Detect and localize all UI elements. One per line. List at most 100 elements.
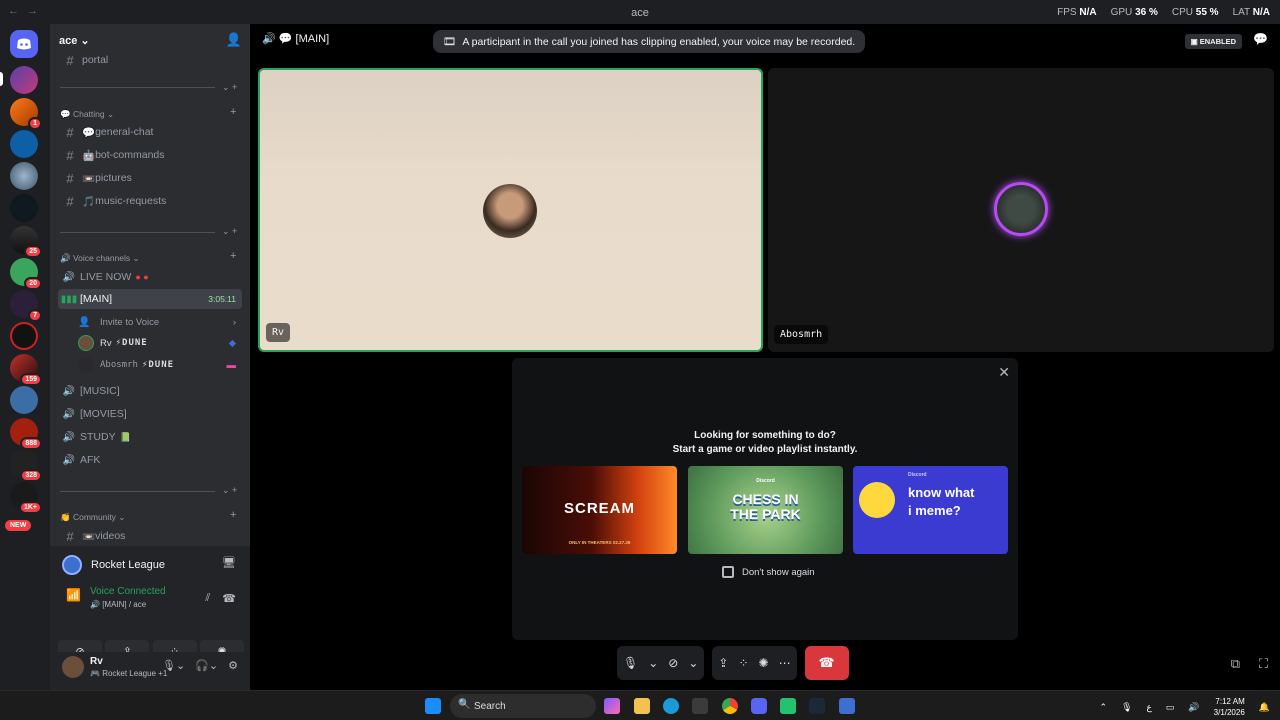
- notification-icon[interactable]: 🔔: [1259, 702, 1270, 713]
- copilot-icon[interactable]: [604, 698, 620, 714]
- add-channel-icon[interactable]: +: [230, 106, 236, 118]
- channel-label: AFK: [80, 454, 101, 466]
- server-icon[interactable]: 328: [10, 450, 42, 482]
- search-placeholder: Search: [474, 700, 506, 712]
- voice-channel-movies[interactable]: 🔊 [MOVIES]: [58, 404, 242, 424]
- invite-to-voice-button[interactable]: 👤 Invite to Voice ›: [78, 312, 242, 332]
- add-channel-icon[interactable]: +: [230, 509, 236, 521]
- app-icon[interactable]: [780, 698, 796, 714]
- noise-suppression-icon[interactable]: ⫽: [205, 592, 210, 605]
- category-community[interactable]: 👏 Community ⌄: [60, 512, 125, 523]
- chevron-down-icon[interactable]: ⌄: [648, 656, 658, 670]
- file-explorer-icon[interactable]: [634, 698, 650, 714]
- server-icon[interactable]: [10, 162, 38, 190]
- divider-controls[interactable]: ⌄ +: [222, 226, 237, 237]
- fullscreen-icon[interactable]: ⛶: [1259, 656, 1268, 672]
- voice-channel-live-now[interactable]: 🔊 LIVE NOW ● ●: [58, 267, 242, 287]
- chevron-down-icon[interactable]: ⌄: [688, 656, 698, 670]
- channel-bot-commands[interactable]: # 🤖 bot-commands: [58, 145, 242, 165]
- taskbar-search[interactable]: 🔍 Search: [450, 694, 596, 718]
- shield-icon[interactable]: [839, 698, 855, 714]
- settings-gear-icon[interactable]: ⚙: [228, 659, 238, 672]
- discord-taskbar-icon[interactable]: [751, 698, 767, 714]
- category-voice-channels[interactable]: 🔊 Voice channels ⌄: [60, 253, 140, 264]
- network-icon[interactable]: ▭: [1166, 702, 1175, 713]
- user-tag: ⚡DUNE: [141, 360, 175, 370]
- voice-channel-study[interactable]: 🔊 STUDY 📗: [58, 427, 242, 447]
- voice-user-rv[interactable]: Rv ⚡DUNE ◆: [78, 333, 242, 353]
- activity-card-chess[interactable]: Discord CHESS IN THE PARK: [688, 466, 843, 554]
- server-icon[interactable]: [10, 194, 38, 222]
- channel-videos[interactable]: # 📼 videos: [58, 526, 242, 546]
- voice-connection-status[interactable]: 📶 Voice Connected 🔊 [MAIN] / ace: [66, 586, 166, 609]
- mention-badge: 20: [24, 277, 42, 290]
- voice-channel-afk[interactable]: 🔊 AFK: [58, 450, 242, 470]
- screen-share-icon[interactable]: 🖥: [222, 556, 236, 569]
- current-game[interactable]: Rocket League: [62, 552, 165, 578]
- microphone-icon[interactable]: 🎙: [1121, 702, 1132, 713]
- volume-icon[interactable]: 🔊: [1188, 702, 1199, 713]
- channel-music-requests[interactable]: # 🎵 music-requests: [58, 191, 242, 211]
- disconnect-icon[interactable]: ☎: [222, 592, 236, 605]
- server-icon[interactable]: [10, 322, 38, 350]
- microphone-icon[interactable]: 🎙: [623, 656, 638, 670]
- channel-label: videos: [95, 530, 126, 542]
- divider-controls[interactable]: ⌄ +: [222, 82, 237, 93]
- leave-call-button[interactable]: ☎: [804, 646, 849, 680]
- steam-icon[interactable]: [809, 698, 825, 714]
- chevron-up-icon[interactable]: ⌃: [1100, 702, 1108, 713]
- voice-user-abosmrh[interactable]: Abosmrh ⚡DUNE ▬: [78, 355, 242, 375]
- category-chatting[interactable]: 💬 Chatting ⌄: [60, 109, 114, 120]
- voice-channel-music[interactable]: 🔊 [MUSIC]: [58, 381, 242, 401]
- server-icon[interactable]: 25: [10, 226, 42, 258]
- participant-tile-abosmrh[interactable]: Abosmrh: [768, 68, 1274, 352]
- server-icon[interactable]: 159: [10, 354, 42, 386]
- clock[interactable]: 7:12 AM 3/1/2026: [1214, 696, 1245, 718]
- chrome-icon[interactable]: [722, 698, 738, 714]
- microphone-icon[interactable]: 🎙⌄: [162, 659, 185, 672]
- server-icon[interactable]: 1K+: [10, 482, 42, 514]
- server-icon[interactable]: 7: [10, 290, 42, 322]
- speaker-icon: 🔊: [62, 271, 76, 283]
- server-icon[interactable]: [10, 130, 38, 158]
- guild-name[interactable]: ace ⌄: [59, 34, 90, 47]
- participant-name: Abosmrh: [774, 325, 829, 344]
- activity-card-meme[interactable]: Discord know what i meme?: [853, 466, 1008, 554]
- activities-icon[interactable]: ⁘: [738, 656, 748, 670]
- server-icon[interactable]: 1: [10, 98, 42, 130]
- popout-icon[interactable]: ⧉: [1231, 656, 1240, 672]
- server-icon[interactable]: [10, 386, 38, 414]
- divider-controls[interactable]: ⌄ +: [222, 485, 237, 496]
- headphones-icon[interactable]: 🎧⌄: [195, 659, 218, 672]
- channel-portal[interactable]: # portal: [58, 50, 242, 70]
- mic-control[interactable]: 🎙 ⌄ ⊘ ⌄: [617, 646, 705, 680]
- channel-label: portal: [82, 54, 109, 66]
- dont-show-checkbox[interactable]: [722, 566, 734, 578]
- chat-icon[interactable]: 💬: [1253, 32, 1268, 46]
- windows-start-icon[interactable]: [425, 698, 441, 714]
- camera-off-icon[interactable]: ⊘: [668, 656, 678, 670]
- more-options-icon[interactable]: ⋯: [779, 656, 791, 670]
- store-icon[interactable]: [692, 698, 708, 714]
- close-icon[interactable]: ✕: [998, 364, 1010, 381]
- soundboard-icon[interactable]: ✺: [759, 656, 769, 670]
- server-icon[interactable]: [10, 66, 38, 94]
- add-member-icon[interactable]: 👤: [226, 32, 242, 48]
- clipping-enabled-badge[interactable]: ▣ ENABLED: [1184, 34, 1242, 49]
- voice-channel-main[interactable]: ▮▮▮ [MAIN] 3:05:11: [58, 289, 242, 309]
- server-icon[interactable]: 888: [10, 418, 42, 450]
- username[interactable]: Rv: [90, 656, 103, 667]
- edge-icon[interactable]: [663, 698, 679, 714]
- language-icon[interactable]: ع: [1147, 702, 1152, 713]
- server-icon[interactable]: 20: [10, 258, 42, 290]
- user-avatar[interactable]: [62, 656, 84, 678]
- channel-pictures[interactable]: # 📼 pictures: [58, 168, 242, 188]
- activity-card-scream[interactable]: SCREAM ONLY IN THEATERS 02.27.26: [522, 466, 677, 554]
- add-channel-icon[interactable]: +: [230, 250, 236, 262]
- channel-general-chat[interactable]: # 💬 general-chat: [58, 122, 242, 142]
- dont-show-again[interactable]: Don't show again: [722, 566, 815, 578]
- discord-home-icon[interactable]: [10, 30, 38, 58]
- channel-emoji: 📼: [82, 530, 96, 543]
- share-screen-icon[interactable]: ⇪: [718, 656, 728, 670]
- participant-tile-rv[interactable]: Rv: [258, 68, 763, 352]
